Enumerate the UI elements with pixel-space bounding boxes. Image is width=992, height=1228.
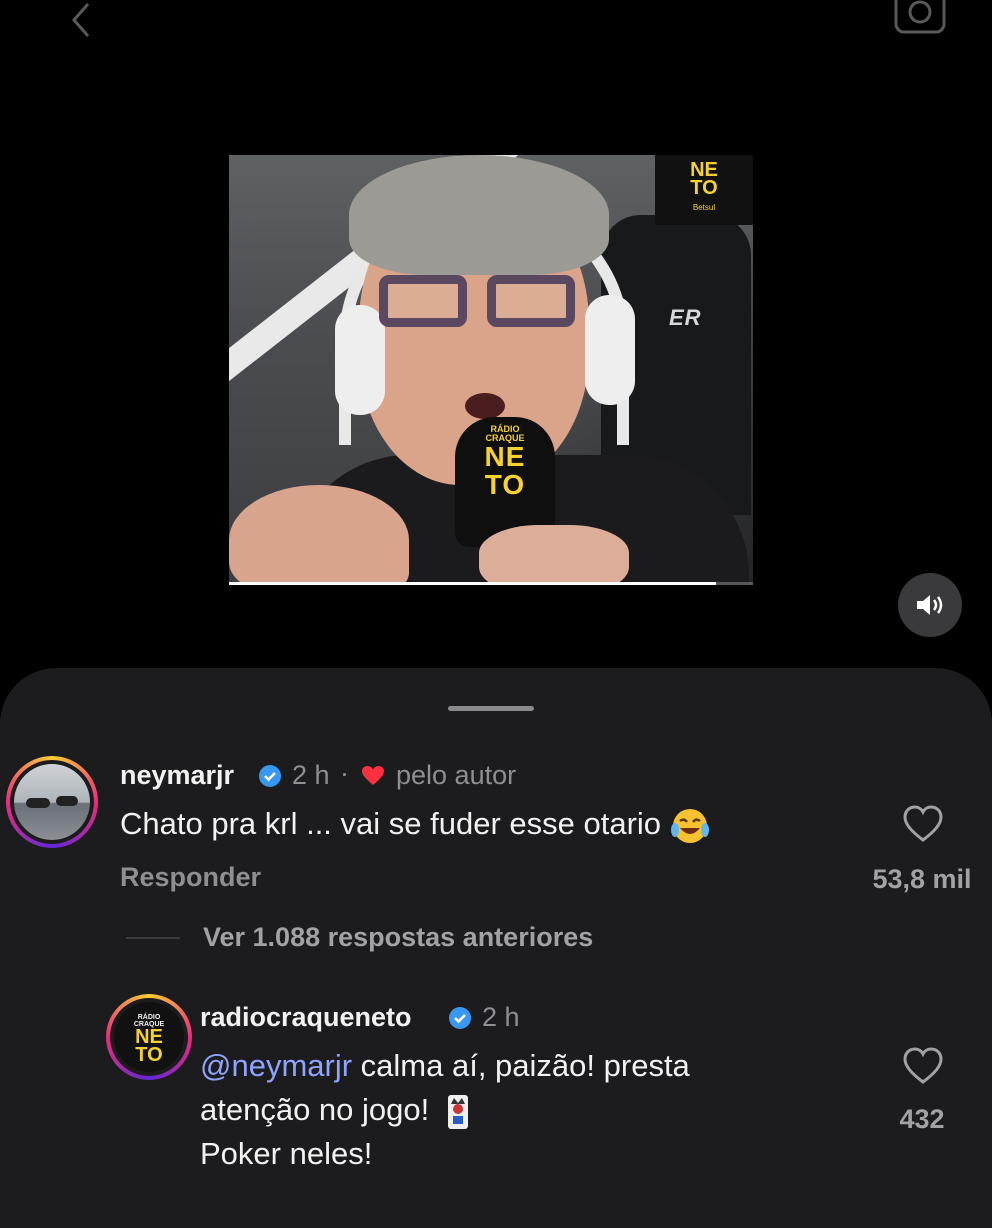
comment-text: @neymarjr calma aí, paizão! presta atenç… [200, 1048, 690, 1171]
top-bar [0, 0, 992, 50]
mention-link[interactable]: @neymarjr [200, 1048, 352, 1083]
right-hand [479, 525, 629, 585]
comment-text: Chato pra krl ... vai se fuder esse otar… [120, 802, 710, 846]
sheet-drag-handle[interactable] [448, 706, 534, 711]
like-count: 53,8 mil [872, 864, 972, 894]
headphones-left-cup [335, 305, 385, 415]
liked-by-author-label: pelo autor [396, 760, 517, 790]
verified-badge-icon [259, 765, 281, 787]
left-hand [229, 485, 409, 585]
video-player[interactable]: ER RÁDIO CRAQUE NE TO NE TO Betsul [229, 155, 753, 585]
microphone-logo: RÁDIO CRAQUE NE TO [484, 424, 526, 500]
sound-toggle-button[interactable] [898, 573, 962, 637]
camera-icon[interactable] [892, 0, 948, 40]
mouth [465, 393, 505, 419]
laughing-tears-emoji-icon [670, 808, 709, 843]
headphones-right-cup [585, 295, 635, 405]
thread-line [126, 937, 180, 939]
like-count: 432 [899, 1104, 945, 1134]
speaker-icon [917, 595, 943, 615]
avatar[interactable] [6, 756, 98, 848]
joker-card-emoji-icon [447, 1094, 468, 1129]
glasses [379, 275, 579, 335]
person-hair [349, 155, 609, 275]
like-heart-icon[interactable] [902, 804, 944, 844]
video-progress-bar[interactable] [229, 582, 753, 585]
channel-logo: NE TO Betsul [655, 155, 753, 225]
comment-username[interactable]: radiocraqueneto [200, 1002, 412, 1033]
heart-filled-icon [362, 766, 384, 785]
like-heart-icon[interactable] [902, 1046, 944, 1086]
reply-button[interactable]: Responder [120, 862, 261, 893]
back-arrow-icon[interactable] [62, 0, 102, 40]
chair-brand-text: ER [669, 305, 702, 330]
view-previous-replies-button[interactable]: Ver 1.088 respostas anteriores [203, 922, 593, 953]
avatar[interactable]: RÁDIO CRAQUE NE TO [106, 994, 192, 1080]
comment-username[interactable]: neymarjr [120, 760, 234, 791]
comment-time: 2 h [292, 760, 330, 790]
video-progress-fill [229, 582, 717, 585]
verified-badge-icon [449, 1007, 471, 1029]
comment-time: 2 h [482, 1002, 520, 1032]
meta-separator: · [340, 758, 349, 788]
avatar-logo: RÁDIO CRAQUE NE TO [133, 1014, 165, 1066]
